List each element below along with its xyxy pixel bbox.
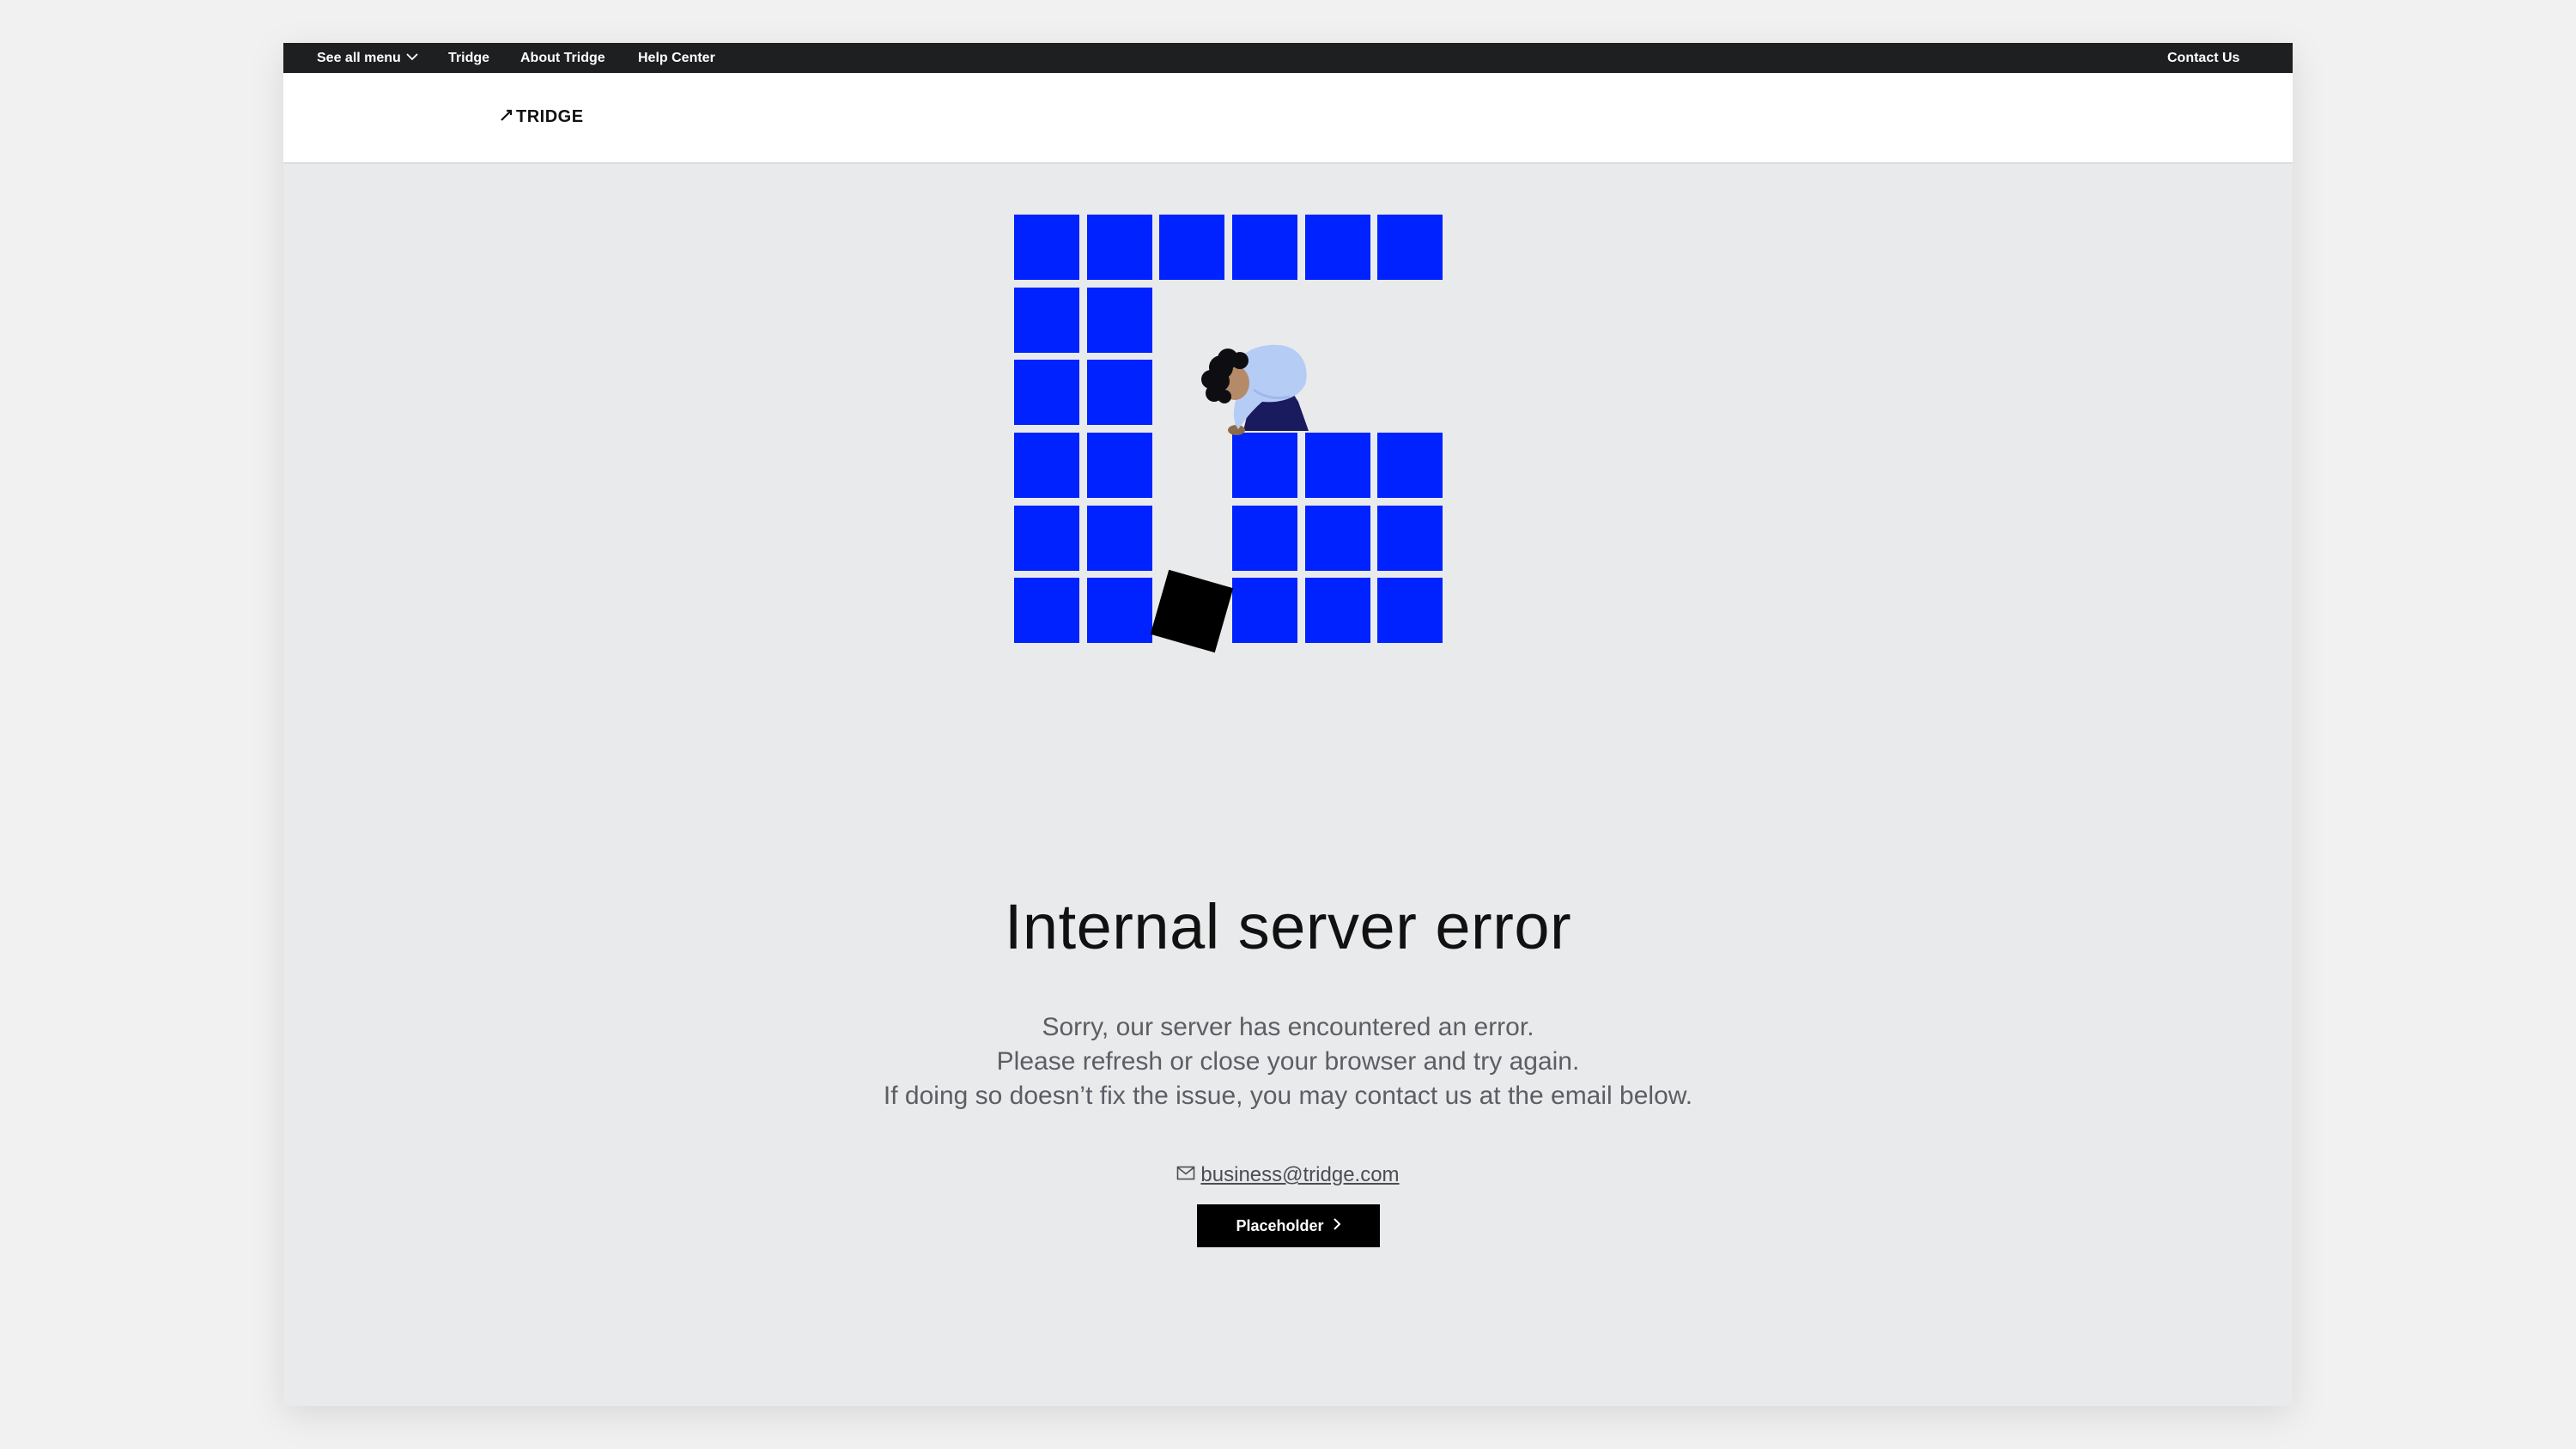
placeholder-button[interactable]: Placeholder (1197, 1204, 1380, 1247)
contact-email-row: business@tridge.com (283, 1161, 2293, 1190)
description-line: Sorry, our server has encountered an err… (1042, 1013, 1534, 1041)
chevron-right-icon (1333, 1217, 1341, 1235)
mail-icon (1176, 1160, 1195, 1189)
falling-black-block (1150, 569, 1234, 653)
contact-email-link[interactable]: business@tridge.com (1200, 1163, 1399, 1186)
person-figure (1201, 344, 1309, 435)
browser-viewport: See all menu Tridge About Tridge Help Ce… (283, 43, 2293, 1406)
description-line: If doing so doesn’t fix the issue, you m… (883, 1082, 1693, 1110)
error-illustration (1014, 215, 1443, 653)
error-description: Sorry, our server has encountered an err… (283, 1010, 2293, 1113)
placeholder-button-label: Placeholder (1236, 1216, 1324, 1234)
error-title: Internal server error (1004, 891, 1572, 962)
description-line: Please refresh or close your browser and… (996, 1047, 1580, 1076)
